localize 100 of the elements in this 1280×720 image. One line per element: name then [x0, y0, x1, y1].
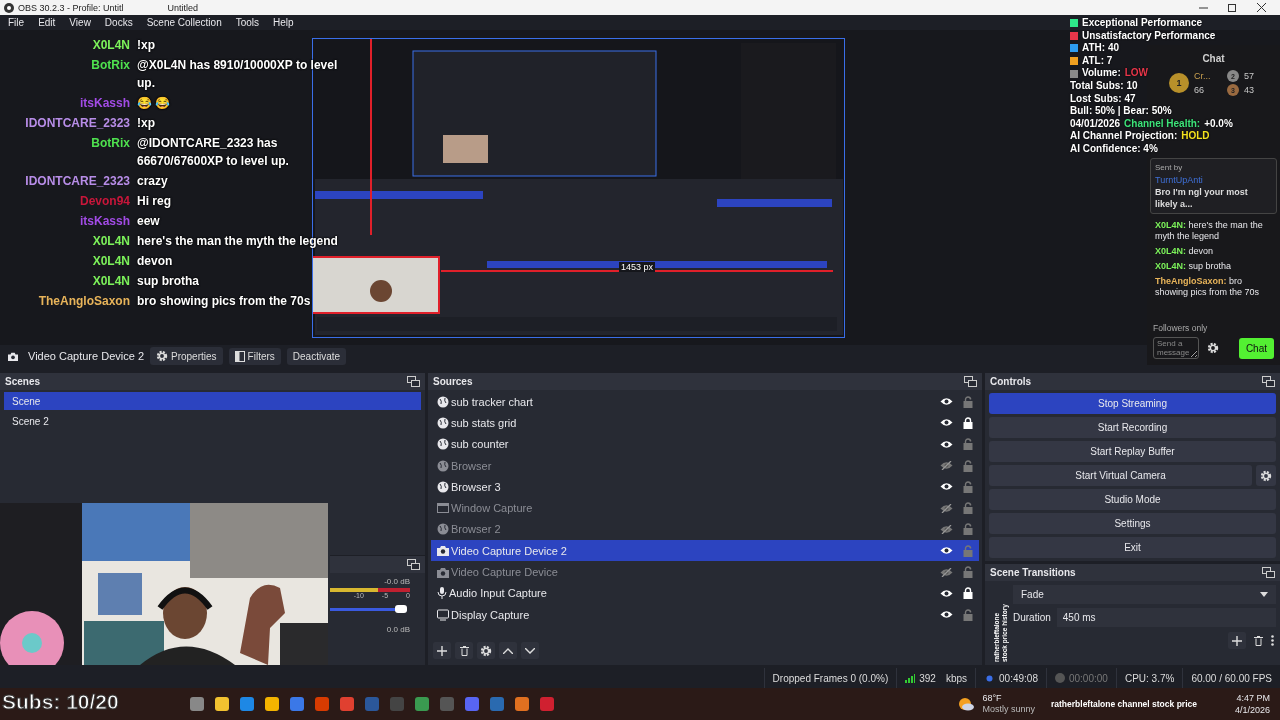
menu-item[interactable]: File: [8, 17, 25, 28]
source-item[interactable]: Video Capture Device 2: [431, 540, 979, 562]
chat-username: BotRix: [90, 57, 130, 74]
dock-title: Scenes: [5, 376, 41, 387]
more-icon[interactable]: [1271, 635, 1274, 646]
volume-reading: -0.0 dB: [383, 577, 411, 586]
stat-text: HOLD: [1181, 130, 1210, 143]
chat-message: 😂 😂: [137, 95, 172, 112]
remove-button[interactable]: [455, 642, 473, 659]
pinned-label: Sent by: [1155, 162, 1184, 174]
undock-icon[interactable]: [1262, 376, 1275, 387]
window-title: Untitled: [167, 2, 199, 13]
chat-message: crazy: [137, 173, 169, 190]
toolbar-button[interactable]: Properties: [150, 347, 223, 365]
plus-icon: [437, 645, 447, 656]
chat-mode-label: Followers only: [1153, 323, 1209, 333]
close-icon[interactable]: [1257, 3, 1266, 12]
source-item[interactable]: Browser: [431, 454, 979, 477]
eye-icon[interactable]: [940, 546, 953, 556]
chat-send-button[interactable]: Chat: [1238, 337, 1274, 359]
eye-slash-icon[interactable]: [940, 524, 953, 534]
lock-icon[interactable]: [963, 587, 973, 600]
eye-slash-icon[interactable]: [940, 461, 953, 471]
window-icon: [437, 502, 449, 515]
toolbar-button[interactable]: Deactivate: [286, 347, 347, 365]
globe-icon: [437, 416, 449, 429]
move-up-button[interactable]: [499, 642, 517, 659]
source-item[interactable]: Browser 2: [431, 518, 979, 541]
leader-count: 43: [1244, 85, 1255, 95]
settings-button[interactable]: [1256, 465, 1276, 486]
transition-dropdown[interactable]: Fade: [1013, 585, 1276, 604]
stat-text: Total Subs: 10: [1070, 79, 1138, 93]
scene-item[interactable]: Scene: [4, 392, 421, 410]
stat-text: Lost Subs: 47: [1070, 92, 1136, 106]
undock-icon[interactable]: [407, 376, 420, 387]
message-input[interactable]: Send a message: [1153, 337, 1199, 359]
undock-icon[interactable]: [964, 376, 977, 387]
menu-item[interactable]: Scene Collection: [146, 17, 222, 28]
source-item[interactable]: sub tracker chart: [431, 391, 979, 413]
volume-slider[interactable]: [330, 605, 410, 613]
control-button[interactable]: Exit: [989, 537, 1276, 558]
control-button[interactable]: Stop Streaming: [989, 393, 1276, 414]
duration-field[interactable]: 450 ms: [1056, 608, 1276, 627]
chat-username: itsKassh: [78, 95, 130, 112]
source-item[interactable]: Browser 3: [431, 476, 979, 498]
settings-icon: [1207, 342, 1219, 354]
chat-username: IDONTCARE_2323: [24, 173, 130, 190]
eye-slash-icon[interactable]: [940, 503, 953, 513]
control-button[interactable]: Studio Mode: [989, 489, 1276, 510]
chat-message: !xp: [137, 37, 156, 54]
menu-item[interactable]: Help: [273, 17, 294, 28]
clock-time: 4:47 PM: [1235, 692, 1270, 704]
eye-slash-icon[interactable]: [940, 567, 953, 577]
control-button[interactable]: Start Recording: [989, 417, 1276, 438]
menu-item[interactable]: View: [69, 17, 91, 28]
slider-thumb[interactable]: [394, 605, 407, 613]
scene-item[interactable]: Scene 2: [4, 412, 421, 430]
source-item[interactable]: sub stats grid: [431, 412, 979, 434]
menu-item[interactable]: Docks: [104, 17, 133, 28]
undock-icon[interactable]: [407, 559, 420, 570]
lock-icon[interactable]: [963, 416, 973, 429]
toolbar-button[interactable]: Filters: [228, 347, 281, 365]
menu-item[interactable]: Tools: [235, 17, 260, 28]
menu-item[interactable]: Edit: [38, 17, 56, 28]
add-button[interactable]: [433, 642, 451, 659]
chat-username: X0L4N: [91, 233, 130, 250]
stat-text: Channel Health:: [1124, 117, 1201, 131]
move-down-button[interactable]: [521, 642, 539, 659]
source-item[interactable]: Window Capture: [431, 497, 979, 519]
chat-title: Chat: [1201, 52, 1226, 66]
properties-button[interactable]: [477, 642, 495, 659]
microphone-icon: [437, 587, 447, 600]
undock-icon[interactable]: [1262, 567, 1275, 578]
control-button[interactable]: Settings: [989, 513, 1276, 534]
control-button[interactable]: Start Replay Buffer: [989, 441, 1276, 462]
subs-counter: Subs: 10/20: [2, 690, 119, 714]
control-button[interactable]: Start Virtual Camera: [989, 465, 1252, 486]
eye-icon[interactable]: [940, 610, 953, 620]
leader-name: Cr...: [1194, 71, 1212, 81]
eye-icon[interactable]: [940, 482, 953, 492]
eye-icon[interactable]: [940, 439, 953, 449]
duration-label: Duration: [1013, 612, 1051, 623]
eye-icon[interactable]: [940, 397, 953, 407]
eye-icon[interactable]: [940, 588, 953, 598]
source-item[interactable]: Video Capture Device: [431, 561, 979, 583]
source-item[interactable]: Display Capture: [431, 603, 979, 626]
source-item[interactable]: sub counter: [431, 433, 979, 455]
dock-title: Scene Transitions: [990, 567, 1076, 578]
source-item[interactable]: Audio Input Capture: [431, 582, 979, 604]
maximize-icon[interactable]: [1228, 3, 1237, 12]
eye-icon[interactable]: [940, 418, 953, 428]
volume-reading: 0.0 dB: [385, 625, 411, 634]
add-button[interactable]: [1228, 632, 1246, 649]
gear-icon: [480, 644, 492, 657]
leader-count: 66: [1194, 85, 1205, 95]
rank-badge: 1: [1169, 73, 1189, 93]
legend-label: ATL: 7: [1082, 54, 1113, 68]
trash-icon[interactable]: [1254, 635, 1263, 646]
stat-text: +0.0%: [1204, 117, 1233, 131]
chat-message: !xp: [137, 115, 156, 132]
